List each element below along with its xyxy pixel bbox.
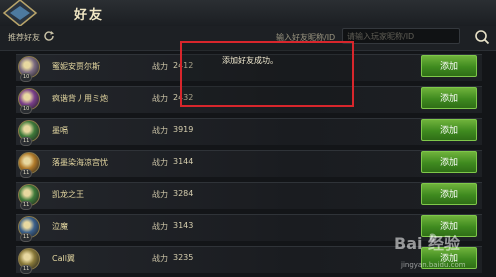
page-title: 好友 [74,8,105,23]
friend-name: Call翼 [52,254,75,263]
friend-name: 墨嗝 [52,126,68,135]
toast-message: 添加好友成功。 [222,56,278,65]
refresh-icon[interactable] [43,30,55,42]
friend-name: 凯龙之王 [52,190,84,199]
power-label: 战力 [152,222,168,231]
power-label: 战力 [152,126,168,135]
friend-name: 落墨染海凉宫忧 [52,158,108,167]
power-value: 3144 [173,157,194,166]
add-friend-button[interactable]: 添加 [421,55,477,77]
row-background [16,118,482,145]
add-friend-button[interactable]: 添加 [421,183,477,205]
power-label: 战力 [152,158,168,167]
power-label: 战力 [152,62,168,71]
row-background [16,182,482,209]
power-value: 3235 [173,253,194,262]
add-friend-button[interactable]: 添加 [421,119,477,141]
friend-row: 11 落墨染海凉宫忧 战力 3144 添加 [16,150,482,178]
watermark-text: Bai 经验 [394,234,461,253]
power-label: 战力 [152,254,168,263]
friend-name: 泣魔 [52,222,68,231]
level-badge: 11 [20,233,33,242]
level-badge: 11 [20,265,33,274]
add-friend-button[interactable]: 添加 [421,151,477,173]
search-icon[interactable] [474,29,490,45]
search-input[interactable] [342,28,460,44]
power-value: 3143 [173,221,194,230]
recommend-friends-label: 推荐好友 [8,33,40,42]
level-badge: 10 [20,73,33,82]
friend-row: 11 墨嗝 战力 3919 添加 [16,118,482,146]
add-friend-button[interactable]: 添加 [421,87,477,109]
toast-highlight [180,41,354,107]
power-value: 3919 [173,125,194,134]
watermark-url: jingyan.baidu.com [401,261,466,269]
friend-row: 11 凯龙之王 战力 3284 添加 [16,182,482,210]
friend-name: 疯谐背丿用ミ炮 [52,94,108,103]
back-emblem-icon[interactable] [2,0,38,28]
level-badge: 11 [20,201,33,210]
level-badge: 11 [20,137,33,146]
level-badge: 11 [20,169,33,178]
power-label: 战力 [152,94,168,103]
friend-name: 蜜妮安贾尔斯 [52,62,100,71]
level-badge: 10 [20,105,33,114]
power-label: 战力 [152,190,168,199]
power-value: 3284 [173,189,194,198]
